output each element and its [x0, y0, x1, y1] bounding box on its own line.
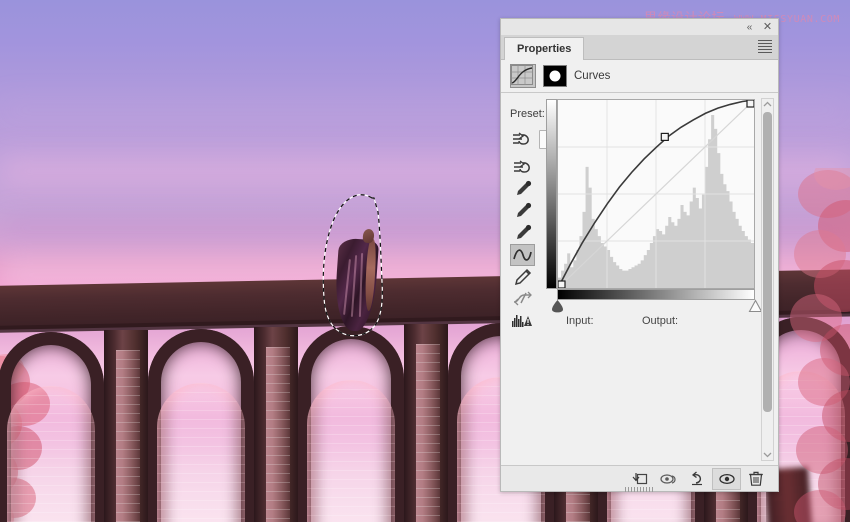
curve-control-points[interactable] [558, 100, 754, 288]
curve-point-black [558, 280, 566, 288]
gray-point-eyedropper-icon[interactable] [510, 200, 535, 222]
on-image-adjust-icon[interactable] [510, 130, 532, 148]
panel-body: Preset: Custom RGB Auto [501, 93, 778, 466]
chevron-up-icon[interactable] [762, 99, 773, 110]
panel-footer-toolbar [501, 465, 778, 492]
bridge-pier [254, 327, 298, 522]
bridge-pier [104, 330, 148, 522]
bridge-pier [404, 324, 448, 522]
preset-label: Preset: [510, 107, 545, 120]
input-label: Input: [566, 315, 594, 327]
reset-button[interactable] [683, 468, 712, 490]
hamburger-menu-icon[interactable] [758, 40, 772, 53]
black-point-eyedropper-icon[interactable] [510, 178, 535, 200]
white-point-eyedropper-icon[interactable] [510, 222, 535, 244]
output-label: Output: [642, 315, 679, 327]
toggle-visibility-button[interactable] [712, 467, 741, 490]
screenshot-root: 思缘设计论坛 WWW.MISSYUAN.COM « ✕ Properties [0, 0, 850, 522]
tab-properties[interactable]: Properties [504, 37, 585, 60]
collapse-to-icons-button[interactable]: « [743, 21, 756, 34]
panel-tabstrip: Properties [501, 35, 778, 60]
adjustment-title: Curves [574, 70, 611, 82]
bridge-arch [0, 332, 104, 522]
input-gradient-bar [557, 289, 755, 300]
selection-path-dashes [322, 194, 383, 337]
bridge-arch [298, 326, 404, 522]
curve-tool-column [510, 156, 535, 332]
curve-point-mid [660, 132, 669, 142]
curve-point-white [746, 100, 754, 108]
chevron-down-icon[interactable] [762, 449, 773, 460]
panel-resize-grip[interactable] [624, 487, 655, 492]
panel-titlebar[interactable]: « ✕ [501, 19, 778, 35]
output-gradient-bar [546, 99, 557, 289]
close-panel-button[interactable]: ✕ [761, 21, 774, 34]
adjustment-header: Curves [501, 60, 778, 93]
black-input-slider[interactable] [550, 299, 565, 313]
bridge-arch [148, 329, 254, 522]
curves-graph-area: Input: Output: [546, 93, 763, 327]
pencil-tool-icon[interactable] [510, 266, 535, 288]
selection-path-white [322, 194, 383, 337]
smooth-curve-icon[interactable] [510, 288, 535, 310]
curves-adjustment-icon[interactable] [510, 64, 536, 88]
marching-ants-selection[interactable] [306, 186, 384, 338]
properties-panel[interactable]: « ✕ Properties Curves Preset: Input: Out… [500, 18, 779, 492]
toggle-previous-state-button[interactable] [654, 468, 683, 490]
layer-mask-thumbnail[interactable] [543, 65, 567, 87]
delete-button[interactable] [741, 468, 770, 490]
sample-in-image-icon[interactable] [510, 156, 535, 178]
scrollbar-thumb[interactable] [763, 112, 772, 412]
panel-vertical-scrollbar[interactable] [761, 98, 774, 461]
curve-point-tool-icon[interactable] [510, 244, 535, 266]
curves-graph[interactable] [557, 99, 755, 289]
histogram-warning-icon[interactable] [510, 310, 535, 332]
